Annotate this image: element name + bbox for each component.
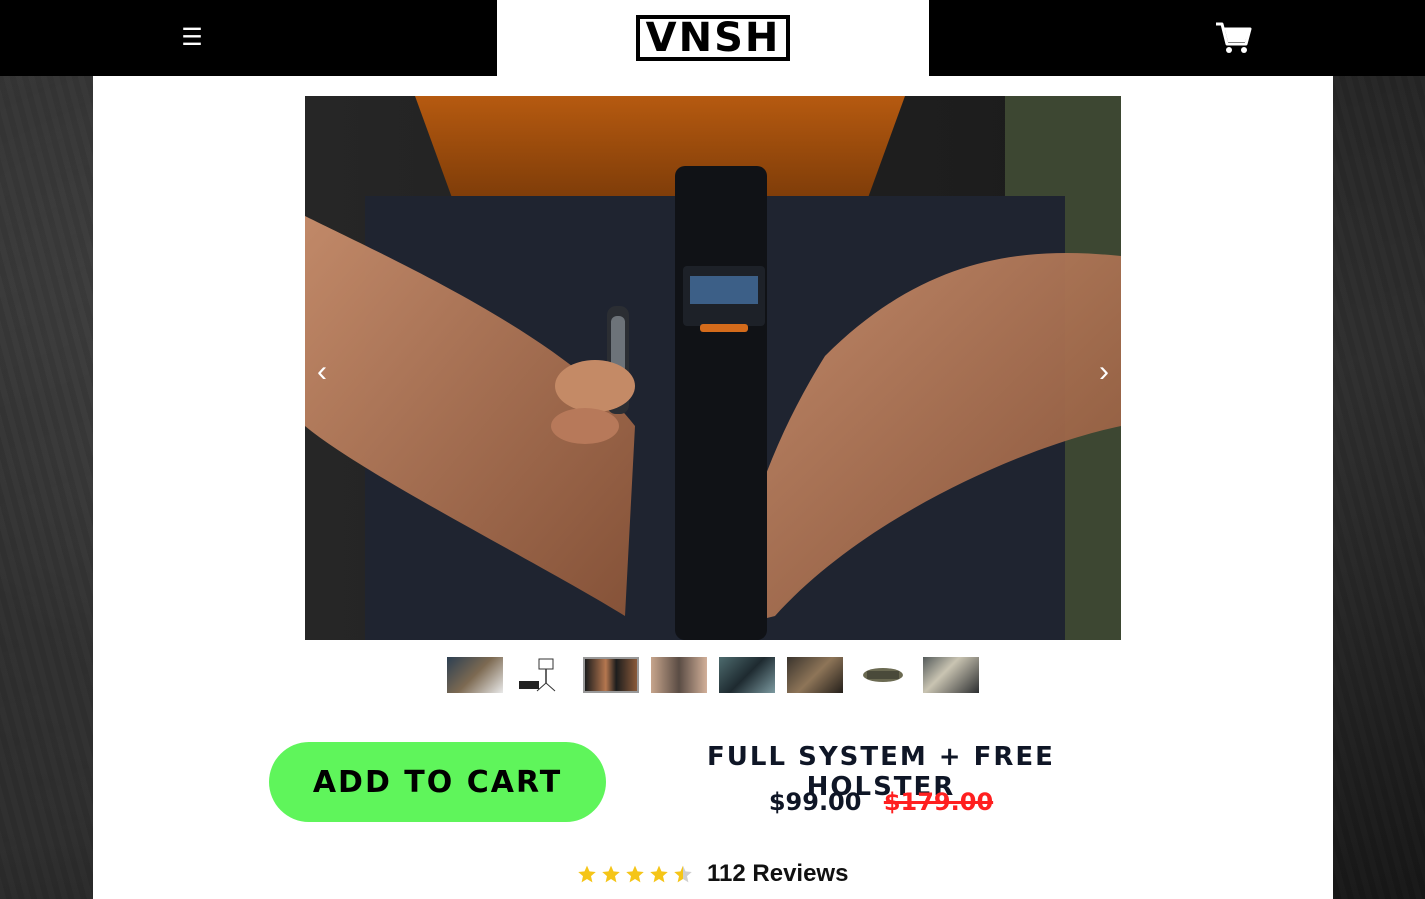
cart-icon <box>1216 22 1252 53</box>
thumbnail-7[interactable] <box>855 657 911 693</box>
logo-text: VNSH <box>645 15 781 61</box>
menu-button[interactable]: ☰ <box>178 22 206 54</box>
thumbnail-1[interactable] <box>447 657 503 693</box>
thumbnail-8[interactable] <box>923 657 979 693</box>
star-icon <box>650 865 668 883</box>
site-header: ☰ VNSH <box>0 0 1425 76</box>
thumbnail-strip <box>447 657 979 693</box>
thumbnail-6[interactable] <box>787 657 843 693</box>
compare-at-price: $179.00 <box>883 788 994 816</box>
current-price: $99.00 <box>768 788 862 816</box>
vnsh-logo[interactable]: VNSH <box>635 15 791 61</box>
price-block: $99.00 $179.00 <box>633 788 1129 816</box>
chevron-left-icon: ‹ <box>317 355 327 388</box>
hamburger-icon: ☰ <box>181 24 203 51</box>
gallery-next-button[interactable]: › <box>1089 352 1119 392</box>
hero-photo <box>305 96 1121 640</box>
reviews-summary[interactable]: 112 Reviews <box>577 858 848 890</box>
thumbnail-5[interactable] <box>719 657 775 693</box>
star-icon <box>578 865 596 883</box>
chevron-right-icon: › <box>1099 355 1109 388</box>
thumbnail-3[interactable] <box>583 657 639 693</box>
add-to-cart-button[interactable]: ADD TO CART <box>269 742 606 822</box>
review-count[interactable]: 112 Reviews <box>707 860 848 888</box>
gallery-prev-button[interactable]: ‹ <box>307 352 337 392</box>
star-icon <box>602 865 620 883</box>
thumbnail-2[interactable] <box>515 657 571 693</box>
half-star-icon <box>674 865 692 883</box>
product-content: ‹ › ADD TO CART FULL SYSTEM + FREE HOLST… <box>93 76 1333 899</box>
star-icon <box>626 865 644 883</box>
product-hero-image: ‹ › <box>305 96 1121 640</box>
logo-panel: VNSH <box>497 0 929 76</box>
thumbnail-4[interactable] <box>651 657 707 693</box>
star-rating <box>577 864 693 884</box>
cart-button[interactable] <box>1214 20 1252 56</box>
